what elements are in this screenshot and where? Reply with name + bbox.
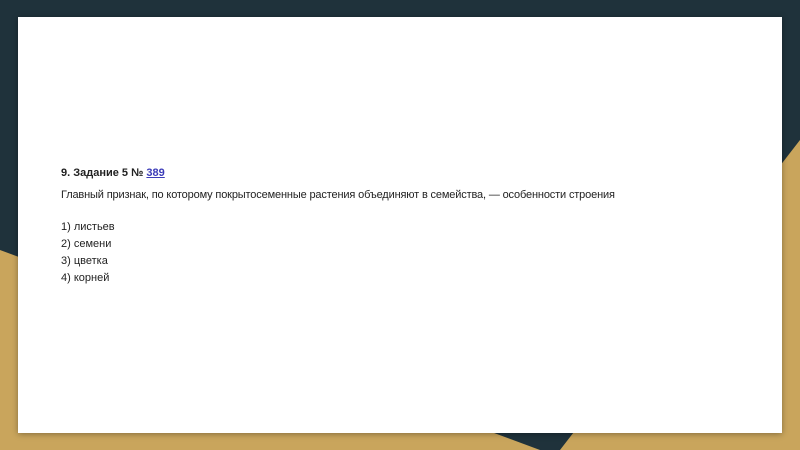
- answer-option: 4) корней: [61, 272, 110, 284]
- slide-content: 9. Задание 5 № 389 Главный признак, по к…: [61, 166, 751, 287]
- presentation-stage: 9. Задание 5 № 389 Главный признак, по к…: [0, 0, 800, 450]
- answer-option: 3) цветка: [61, 255, 108, 267]
- answer-options: 1) листьев 2) семени 3) цветка 4) корней: [61, 219, 751, 287]
- answer-option: 1) листьев: [61, 221, 115, 233]
- question-text: Главный признак, по которому покрытосеме…: [61, 189, 615, 201]
- task-title-prefix: 9. Задание 5 №: [61, 167, 147, 179]
- task-title: 9. Задание 5 № 389: [61, 166, 751, 180]
- task-number-link[interactable]: 389: [146, 167, 164, 179]
- answer-option: 2) семени: [61, 238, 112, 250]
